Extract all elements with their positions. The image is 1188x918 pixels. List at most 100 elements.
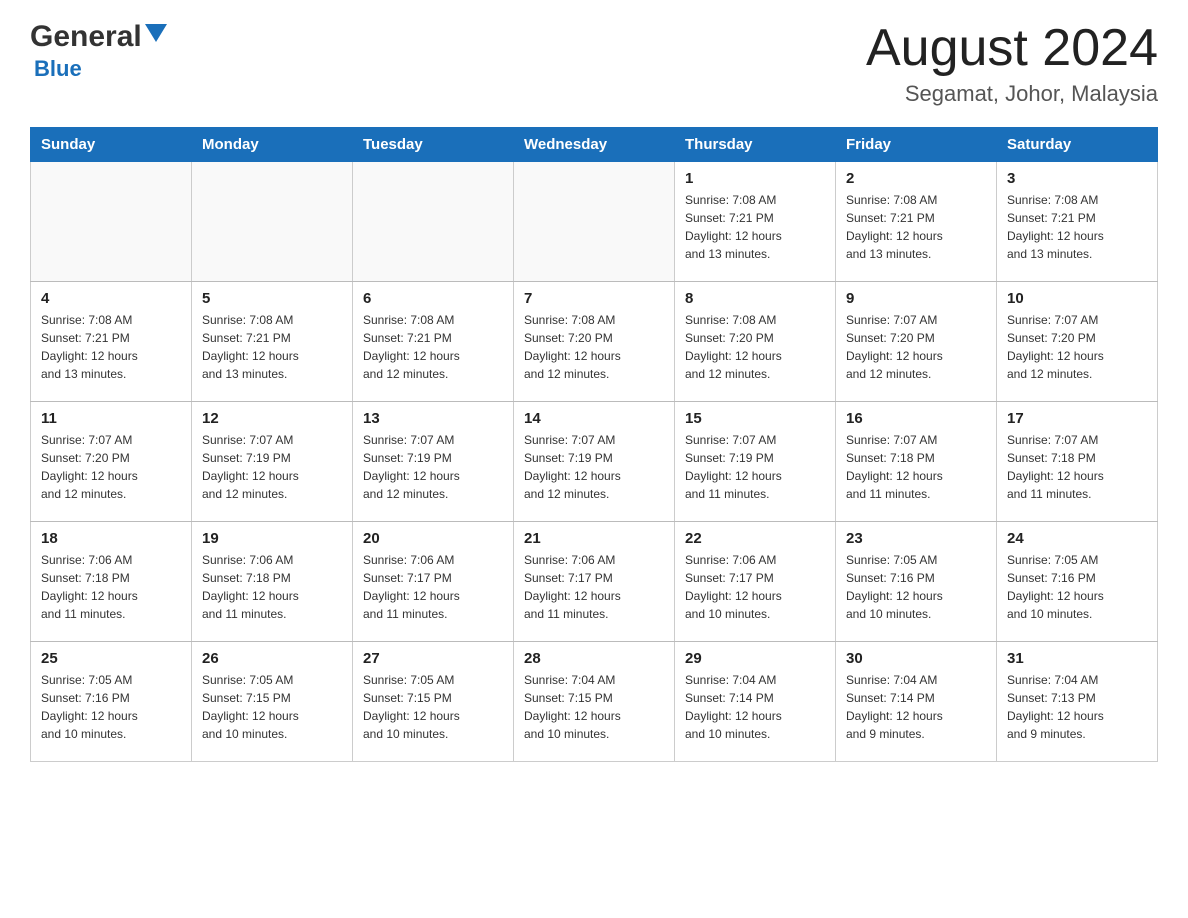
day-number: 1 [685,170,825,187]
calendar-cell: 21 Sunrise: 7:06 AMSunset: 7:17 PMDayligh… [514,522,675,642]
calendar-cell [514,162,675,282]
day-info: Sunrise: 7:05 AMSunset: 7:16 PMDaylight:… [1007,551,1147,623]
calendar-cell: 9 Sunrise: 7:07 AMSunset: 7:20 PMDaylight… [836,282,997,402]
column-header-sunday: Sunday [31,128,192,162]
day-info: Sunrise: 7:07 AMSunset: 7:19 PMDaylight:… [524,431,664,503]
day-number: 10 [1007,290,1147,307]
day-number: 28 [524,650,664,667]
day-info: Sunrise: 7:07 AMSunset: 7:19 PMDaylight:… [363,431,503,503]
day-number: 29 [685,650,825,667]
column-header-friday: Friday [836,128,997,162]
day-number: 2 [846,170,986,187]
day-number: 12 [202,410,342,427]
calendar-cell: 17 Sunrise: 7:07 AMSunset: 7:18 PMDayligh… [997,402,1158,522]
day-number: 16 [846,410,986,427]
page-header: General Blue August 2024 Segamat, Johor,… [30,20,1158,107]
day-info: Sunrise: 7:05 AMSunset: 7:16 PMDaylight:… [846,551,986,623]
calendar-subtitle: Segamat, Johor, Malaysia [866,81,1158,107]
day-info: Sunrise: 7:08 AMSunset: 7:21 PMDaylight:… [846,191,986,263]
calendar-cell: 8 Sunrise: 7:08 AMSunset: 7:20 PMDaylight… [675,282,836,402]
day-info: Sunrise: 7:08 AMSunset: 7:21 PMDaylight:… [41,311,181,383]
day-info: Sunrise: 7:06 AMSunset: 7:18 PMDaylight:… [202,551,342,623]
calendar-cell: 18Sunrise: 7:06 AMSunset: 7:18 PMDayligh… [31,522,192,642]
day-info: Sunrise: 7:04 AMSunset: 7:14 PMDaylight:… [685,671,825,743]
day-info: Sunrise: 7:08 AMSunset: 7:20 PMDaylight:… [685,311,825,383]
day-number: 19 [202,530,342,547]
logo-blue-text: Blue [30,56,82,82]
day-number: 17 [1007,410,1147,427]
day-number: 3 [1007,170,1147,187]
day-number: 25 [41,650,181,667]
day-number: 15 [685,410,825,427]
day-info: Sunrise: 7:06 AMSunset: 7:17 PMDaylight:… [363,551,503,623]
column-header-thursday: Thursday [675,128,836,162]
day-info: Sunrise: 7:07 AMSunset: 7:18 PMDaylight:… [1007,431,1147,503]
day-number: 30 [846,650,986,667]
day-number: 6 [363,290,503,307]
calendar-cell: 22 Sunrise: 7:06 AMSunset: 7:17 PMDayligh… [675,522,836,642]
calendar-title: August 2024 [866,20,1158,77]
calendar-cell: 24Sunrise: 7:05 AMSunset: 7:16 PMDayligh… [997,522,1158,642]
day-info: Sunrise: 7:08 AMSunset: 7:21 PMDaylight:… [363,311,503,383]
day-info: Sunrise: 7:06 AMSunset: 7:17 PMDaylight:… [685,551,825,623]
day-info: Sunrise: 7:04 AMSunset: 7:15 PMDaylight:… [524,671,664,743]
calendar-cell: 11Sunrise: 7:07 AMSunset: 7:20 PMDayligh… [31,402,192,522]
calendar-cell [31,162,192,282]
calendar-week-row: 25 Sunrise: 7:05 AMSunset: 7:16 PMDayligh… [31,642,1158,762]
calendar-cell: 6 Sunrise: 7:08 AMSunset: 7:21 PMDaylight… [353,282,514,402]
day-number: 20 [363,530,503,547]
day-info: Sunrise: 7:06 AMSunset: 7:17 PMDaylight:… [524,551,664,623]
column-header-wednesday: Wednesday [514,128,675,162]
day-number: 27 [363,650,503,667]
calendar-cell: 1 Sunrise: 7:08 AMSunset: 7:21 PMDaylight… [675,162,836,282]
calendar-week-row: 11Sunrise: 7:07 AMSunset: 7:20 PMDayligh… [31,402,1158,522]
column-header-monday: Monday [192,128,353,162]
logo-arrow-icon [145,24,167,42]
calendar-cell: 5Sunrise: 7:08 AMSunset: 7:21 PMDaylight… [192,282,353,402]
calendar-header-row: SundayMondayTuesdayWednesdayThursdayFrid… [31,128,1158,162]
calendar-cell [192,162,353,282]
calendar-cell: 23Sunrise: 7:05 AMSunset: 7:16 PMDayligh… [836,522,997,642]
day-number: 21 [524,530,664,547]
day-number: 8 [685,290,825,307]
calendar-cell: 7 Sunrise: 7:08 AMSunset: 7:20 PMDaylight… [514,282,675,402]
day-info: Sunrise: 7:08 AMSunset: 7:21 PMDaylight:… [685,191,825,263]
day-info: Sunrise: 7:05 AMSunset: 7:15 PMDaylight:… [363,671,503,743]
day-number: 14 [524,410,664,427]
calendar-cell: 30 Sunrise: 7:04 AMSunset: 7:14 PMDayligh… [836,642,997,762]
day-info: Sunrise: 7:07 AMSunset: 7:20 PMDaylight:… [846,311,986,383]
title-block: August 2024 Segamat, Johor, Malaysia [866,20,1158,107]
calendar-cell: 4 Sunrise: 7:08 AMSunset: 7:21 PMDaylight… [31,282,192,402]
day-number: 26 [202,650,342,667]
day-number: 7 [524,290,664,307]
calendar-cell: 26Sunrise: 7:05 AMSunset: 7:15 PMDayligh… [192,642,353,762]
calendar-cell [353,162,514,282]
day-info: Sunrise: 7:04 AMSunset: 7:14 PMDaylight:… [846,671,986,743]
day-info: Sunrise: 7:08 AMSunset: 7:21 PMDaylight:… [1007,191,1147,263]
calendar-table: SundayMondayTuesdayWednesdayThursdayFrid… [30,127,1158,762]
logo: General Blue [30,20,167,82]
day-number: 9 [846,290,986,307]
column-header-tuesday: Tuesday [353,128,514,162]
calendar-cell: 12Sunrise: 7:07 AMSunset: 7:19 PMDayligh… [192,402,353,522]
calendar-cell: 16 Sunrise: 7:07 AMSunset: 7:18 PMDayligh… [836,402,997,522]
calendar-cell: 2 Sunrise: 7:08 AMSunset: 7:21 PMDaylight… [836,162,997,282]
calendar-cell: 3 Sunrise: 7:08 AMSunset: 7:21 PMDaylight… [997,162,1158,282]
day-info: Sunrise: 7:08 AMSunset: 7:20 PMDaylight:… [524,311,664,383]
calendar-cell: 13 Sunrise: 7:07 AMSunset: 7:19 PMDayligh… [353,402,514,522]
day-info: Sunrise: 7:08 AMSunset: 7:21 PMDaylight:… [202,311,342,383]
calendar-cell: 27 Sunrise: 7:05 AMSunset: 7:15 PMDayligh… [353,642,514,762]
day-info: Sunrise: 7:07 AMSunset: 7:20 PMDaylight:… [1007,311,1147,383]
day-info: Sunrise: 7:05 AMSunset: 7:16 PMDaylight:… [41,671,181,743]
logo-general-text: General [30,20,142,54]
day-number: 11 [41,410,181,427]
calendar-week-row: 4 Sunrise: 7:08 AMSunset: 7:21 PMDaylight… [31,282,1158,402]
day-number: 22 [685,530,825,547]
calendar-cell: 19 Sunrise: 7:06 AMSunset: 7:18 PMDayligh… [192,522,353,642]
day-info: Sunrise: 7:07 AMSunset: 7:18 PMDaylight:… [846,431,986,503]
calendar-cell: 25 Sunrise: 7:05 AMSunset: 7:16 PMDayligh… [31,642,192,762]
calendar-cell: 14 Sunrise: 7:07 AMSunset: 7:19 PMDayligh… [514,402,675,522]
column-header-saturday: Saturday [997,128,1158,162]
day-number: 4 [41,290,181,307]
day-number: 13 [363,410,503,427]
